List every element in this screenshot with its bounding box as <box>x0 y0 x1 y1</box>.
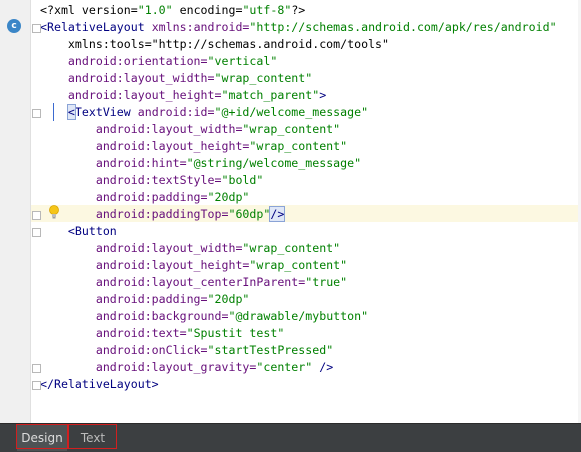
code-token: "20dp" <box>207 190 250 204</box>
code-token: ?> <box>291 3 306 17</box>
code-line[interactable]: android:textStyle="bold" <box>40 172 264 189</box>
code-line[interactable]: android:layout_centerInParent="true" <box>40 274 347 291</box>
code-token: android:layout_height= <box>40 258 250 272</box>
code-line[interactable]: <Button <box>40 223 117 240</box>
code-token: "match_parent" <box>221 88 320 102</box>
code-token: android:padding= <box>40 190 208 204</box>
code-token: "vertical" <box>207 54 278 68</box>
code-token: android:text= <box>40 326 187 340</box>
code-token: </RelativeLayout> <box>40 377 159 391</box>
code-token: "http://schemas.android.com/apk/res/andr… <box>249 20 557 34</box>
code-line[interactable]: <?xml version="1.0" encoding="utf-8"?> <box>40 2 305 19</box>
editor-mode-tabs: Design Text <box>0 423 581 452</box>
code-token: android:layout_width= <box>40 241 243 255</box>
code-line[interactable]: android:layout_height="match_parent"> <box>40 87 326 104</box>
code-token: android:paddingTop= <box>40 207 229 221</box>
code-token: "wrap_content" <box>249 139 348 153</box>
code-token: android:id= <box>137 105 215 119</box>
fold-marker[interactable] <box>32 109 41 118</box>
code-line[interactable]: android:onClick="startTestPressed" <box>40 342 333 359</box>
code-line[interactable]: android:layout_width="wrap_content" <box>40 240 340 257</box>
code-token: android:layout_width= <box>40 122 243 136</box>
code-token: encoding= <box>172 3 243 17</box>
code-token: android:textStyle= <box>40 173 222 187</box>
code-token: android:layout_width= <box>40 71 215 85</box>
code-token: "wrap_content" <box>249 258 348 272</box>
code-token: xmlns:tools="http://schemas.android.com/… <box>40 37 390 51</box>
tab-design[interactable]: Design <box>17 425 67 451</box>
code-editor[interactable]: <?xml version="1.0" encoding="utf-8"?> <R… <box>0 0 581 423</box>
code-line[interactable]: android:layout_height="wrap_content" <box>40 257 347 274</box>
code-token: "true" <box>305 275 348 289</box>
code-line[interactable]: android:background="@drawable/mybutton" <box>40 308 368 325</box>
fold-marker[interactable] <box>32 228 41 237</box>
code-line[interactable]: android:orientation="vertical" <box>40 53 277 70</box>
code-line[interactable]: android:layout_width="wrap_content" <box>40 70 312 87</box>
code-line[interactable]: android:text="Spustit test" <box>40 325 285 342</box>
code-token: < <box>66 104 76 120</box>
code-token: /> <box>312 360 334 374</box>
class-icon[interactable]: c <box>7 19 21 33</box>
fold-marker[interactable] <box>32 381 41 390</box>
code-line[interactable]: xmlns:tools="http://schemas.android.com/… <box>40 36 389 53</box>
code-token: android:hint= <box>40 156 187 170</box>
code-line[interactable]: android:layout_width="wrap_content" <box>40 121 340 138</box>
code-token: android:layout_height= <box>40 88 222 102</box>
code-token: "Spustit test" <box>186 326 285 340</box>
code-token: "utf-8" <box>242 3 292 17</box>
code-token: "bold" <box>221 173 264 187</box>
code-line[interactable]: android:paddingTop="60dp"/> <box>40 206 286 223</box>
code-line[interactable]: android:layout_gravity="center" /> <box>40 359 333 376</box>
tab-text[interactable]: Text <box>68 425 118 451</box>
code-token: "@drawable/mybutton" <box>228 309 369 323</box>
code-line[interactable]: android:padding="20dp" <box>40 291 250 308</box>
code-token: "wrap_content" <box>214 71 313 85</box>
lightbulb-icon[interactable] <box>48 205 60 219</box>
fold-marker[interactable] <box>32 364 41 373</box>
code-token: "wrap_content" <box>242 241 341 255</box>
code-token: android:onClick= <box>40 343 208 357</box>
code-token: "@string/welcome_message" <box>186 156 362 170</box>
code-line[interactable]: <RelativeLayout xmlns:android="http://sc… <box>40 19 557 36</box>
code-token: "center" <box>256 360 313 374</box>
code-token: "60dp" <box>228 207 271 221</box>
code-line[interactable]: android:padding="20dp" <box>40 189 250 206</box>
code-line[interactable]: android:hint="@string/welcome_message" <box>40 155 361 172</box>
fold-marker[interactable] <box>32 24 41 33</box>
code-line[interactable]: android:layout_height="wrap_content" <box>40 138 347 155</box>
code-token: > <box>319 88 327 102</box>
code-token: xmlns:android= <box>151 20 250 34</box>
change-marker <box>53 103 54 121</box>
code-line[interactable]: </RelativeLayout> <box>40 376 159 393</box>
code-token: android:orientation= <box>40 54 208 68</box>
code-line[interactable]: <TextView android:id="@+id/welcome_messa… <box>40 104 368 121</box>
code-token: android:layout_gravity= <box>40 360 257 374</box>
code-token: "@+id/welcome_message" <box>214 105 369 119</box>
code-token: <?xml version= <box>40 3 138 17</box>
code-token: <Button <box>40 224 117 238</box>
annotation-divider <box>67 424 69 449</box>
code-token: /> <box>269 206 286 222</box>
code-token: android:padding= <box>40 292 208 306</box>
code-token: android:background= <box>40 309 229 323</box>
code-token: TextView <box>74 105 138 119</box>
code-token: android:layout_height= <box>40 139 250 153</box>
code-token: android:layout_centerInParent= <box>40 275 306 289</box>
code-token: "startTestPressed" <box>207 343 334 357</box>
code-token: "wrap_content" <box>242 122 341 136</box>
fold-marker[interactable] <box>32 211 41 220</box>
code-token: "20dp" <box>207 292 250 306</box>
code-token: <RelativeLayout <box>40 20 152 34</box>
code-token: "1.0" <box>137 3 173 17</box>
editor-gutter <box>0 0 30 423</box>
